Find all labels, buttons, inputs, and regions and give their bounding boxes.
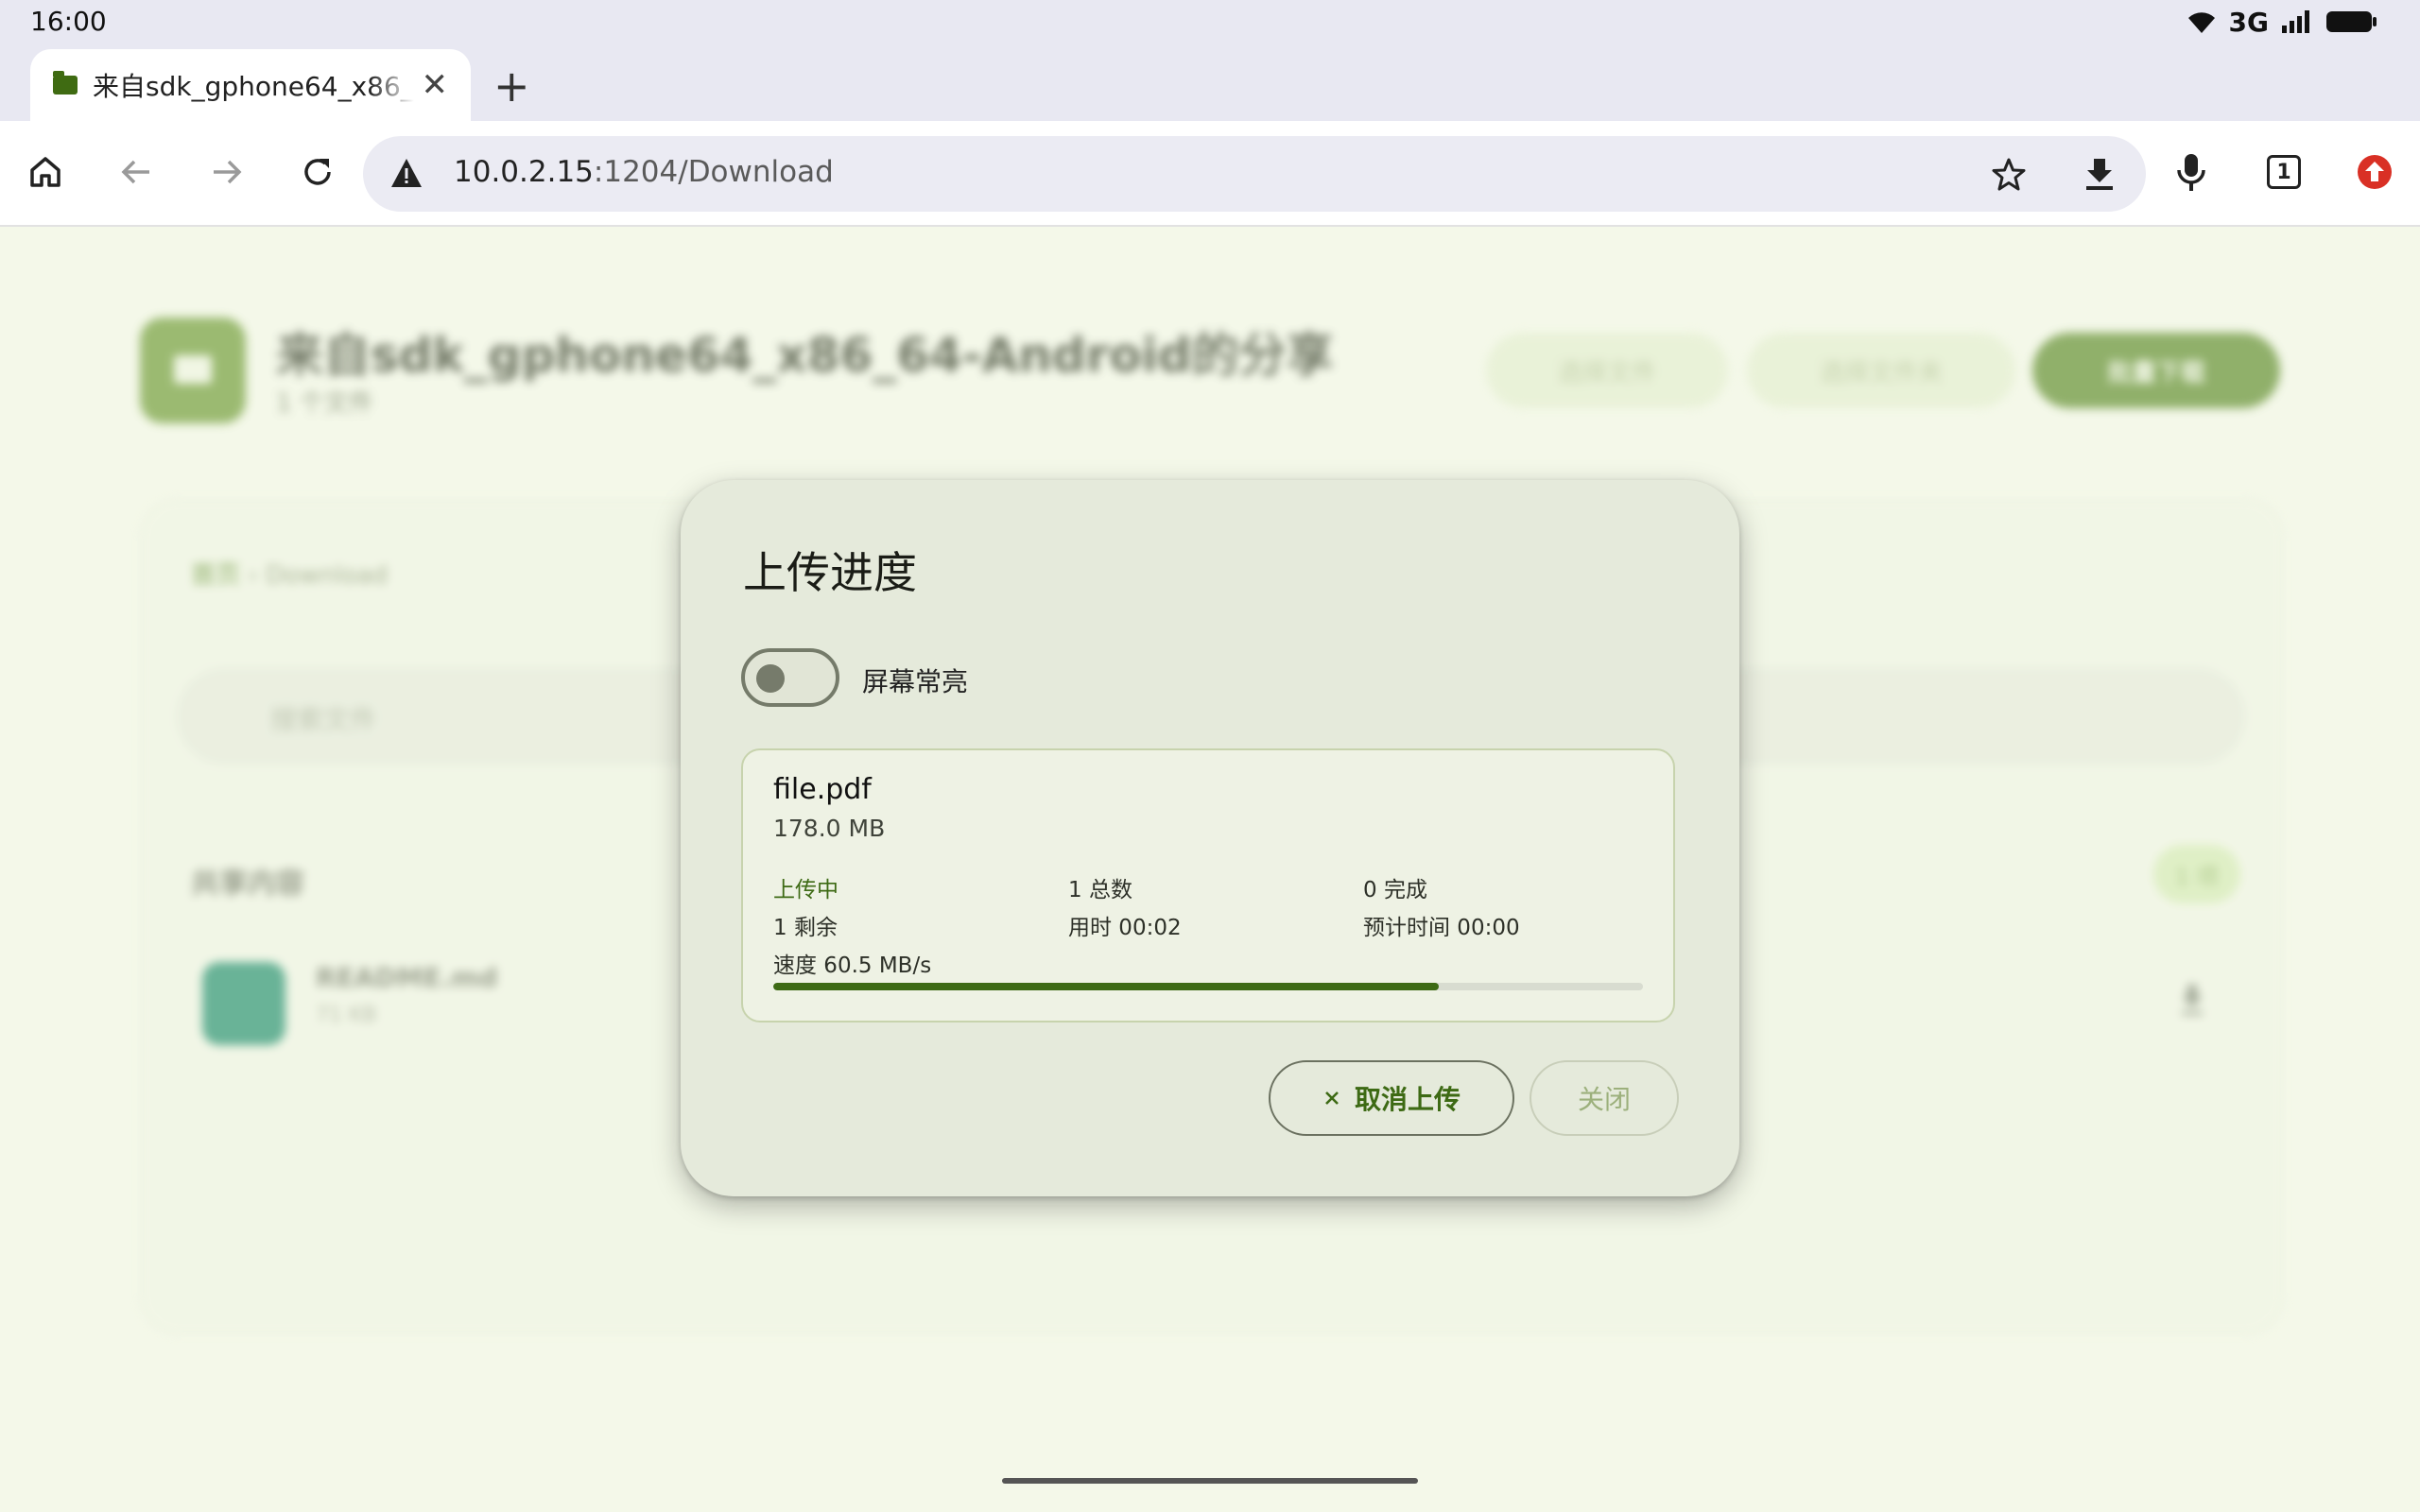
download-icon[interactable] [2178, 981, 2206, 1019]
file-name[interactable]: README.md [316, 962, 497, 993]
cancel-upload-button[interactable]: 取消上传 [1269, 1060, 1514, 1136]
cancel-upload-label: 取消上传 [1354, 1084, 1461, 1115]
reload-icon [304, 159, 331, 185]
keep-screen-on-toggle[interactable] [741, 648, 839, 707]
browser-toolbar: 10.0.2.15:1204/Download 1 [0, 121, 2420, 227]
upload-progress-fill [773, 983, 1439, 990]
home-icon [30, 157, 60, 187]
file-size: 71 KB [316, 1004, 377, 1027]
tab-switcher-button[interactable]: 1 [2257, 146, 2310, 198]
tab-title: 来自sdk_gphone64_x86_64-Android的分享 [93, 71, 414, 102]
file-icon [202, 962, 285, 1045]
upload-eta: 预计时间 00:00 [1363, 916, 1520, 940]
url-host: 10.0.2.15 [454, 155, 594, 189]
microphone-icon [2177, 154, 2205, 191]
wifi-icon [2187, 12, 2215, 33]
arrow-left-icon [121, 160, 149, 184]
folder-icon [140, 318, 246, 423]
dialog-title: 上传进度 [743, 547, 917, 598]
upload-progress-dialog: 上传进度 屏幕常亮 file.pdf 178.0 MB 上传中 1 总数 0 完… [681, 480, 1739, 1196]
reload-button[interactable] [291, 146, 344, 198]
star-icon[interactable] [1991, 157, 2027, 193]
upload-remaining: 1 剩余 [773, 916, 838, 940]
url-path: :1204/Download [593, 155, 834, 189]
item-count-badge: 1 项 [2153, 845, 2240, 903]
home-button[interactable] [19, 146, 72, 198]
upload-progress-bar [773, 983, 1643, 990]
toggle-knob [756, 664, 785, 693]
close-dialog-label: 关闭 [1577, 1084, 1631, 1115]
search-placeholder: 搜索文件 [270, 704, 377, 735]
page-subtitle: 1 个文件 [276, 389, 373, 418]
url-text[interactable]: 10.0.2.15:1204/Download [454, 155, 834, 189]
keep-screen-on-label: 屏幕常亮 [862, 666, 969, 697]
battery-icon [2326, 11, 2377, 32]
network-type: 3G [2228, 6, 2269, 38]
status-time: 16:00 [30, 6, 107, 37]
arrow-right-icon [214, 160, 242, 184]
upload-speed: 速度 60.5 MB/s [773, 954, 932, 978]
address-bar[interactable]: 10.0.2.15:1204/Download [363, 136, 2146, 212]
browser-tab[interactable]: 来自sdk_gphone64_x86_64-Android的分享 ✕ [30, 49, 471, 121]
chevron-right-icon: › [248, 561, 266, 590]
back-button[interactable] [110, 146, 163, 198]
upload-done: 0 完成 [1363, 878, 1427, 902]
tab-strip: 来自sdk_gphone64_x86_64-Android的分享 ✕ + [0, 43, 2420, 121]
upload-item: file.pdf 178.0 MB 上传中 1 总数 0 完成 1 剩余 用时 … [741, 748, 1675, 1022]
download-icon[interactable] [2082, 155, 2118, 193]
upload-status: 上传中 [773, 878, 838, 902]
breadcrumb-current: Download [265, 561, 389, 590]
select-folder-button[interactable]: 选择文件夹 [1747, 333, 2015, 408]
tab-count: 1 [2276, 160, 2291, 184]
upload-total: 1 总数 [1068, 878, 1132, 902]
breadcrumb: 首页 › Download [191, 556, 388, 591]
tab-count-icon: 1 [2267, 155, 2301, 189]
folder-icon [53, 71, 78, 94]
close-dialog-button[interactable]: 关闭 [1530, 1060, 1679, 1136]
signal-icon [2282, 10, 2309, 33]
upload-file-size: 178.0 MB [773, 815, 886, 842]
new-tab-button[interactable]: + [493, 64, 530, 108]
close-icon [1325, 1091, 1339, 1105]
warning-icon [391, 159, 422, 187]
update-menu-button[interactable] [2348, 146, 2401, 198]
breadcrumb-home[interactable]: 首页 [191, 561, 240, 590]
status-bar: 16:00 3G [0, 0, 2420, 43]
close-tab-icon[interactable]: ✕ [422, 69, 449, 101]
select-files-button[interactable]: 选择文件 [1486, 333, 1728, 408]
section-title: 共享内容 [191, 868, 304, 901]
upload-file-name: file.pdf [773, 773, 872, 806]
gesture-navigation-bar[interactable] [1002, 1478, 1418, 1484]
status-icons: 3G [2186, 6, 2378, 38]
voice-search-button[interactable] [2165, 146, 2218, 198]
batch-download-button[interactable]: 批量下载 [2032, 333, 2280, 408]
forward-button[interactable] [200, 146, 253, 198]
update-arrow-icon [2358, 155, 2392, 189]
page-title: 来自sdk_gphone64_x86_64-Android的分享 [276, 328, 1334, 383]
upload-elapsed: 用时 00:02 [1068, 916, 1182, 940]
